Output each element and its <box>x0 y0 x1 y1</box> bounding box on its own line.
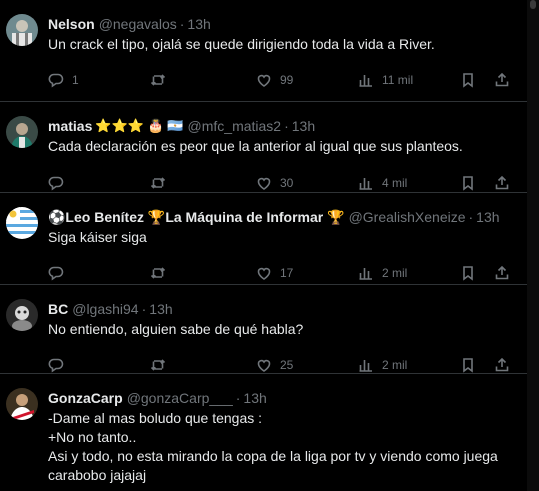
bookmark-icon <box>463 358 473 373</box>
views-icon <box>359 268 372 280</box>
retweet-icon <box>150 359 166 371</box>
avatar[interactable] <box>6 299 38 331</box>
author-name[interactable]: GonzaCarp <box>48 389 123 407</box>
reply-feed: Nelson @negavalos · 13h Un crack el tipo… <box>0 0 527 491</box>
scrollbar-thumb[interactable] <box>530 0 536 9</box>
share-icon <box>495 265 509 280</box>
timestamp[interactable]: 13h <box>476 208 499 226</box>
tweet[interactable]: ⚽Leo Benítez 🏆La Máquina de Informar 🏆 @… <box>0 193 527 285</box>
author-handle[interactable]: @lgashi94 <box>72 300 138 318</box>
tweet-text: No entiendo, alguien sabe de qué habla? <box>48 321 304 337</box>
views-count: 2 mil <box>382 358 408 372</box>
like-count: 25 <box>280 358 294 372</box>
reply-count: 1 <box>72 73 79 87</box>
retweet-icon <box>150 267 166 279</box>
avatar[interactable] <box>6 14 38 46</box>
share-icon <box>495 357 509 372</box>
views-icon <box>359 75 372 87</box>
tweet[interactable]: Nelson @negavalos · 13h Un crack el tipo… <box>0 0 527 102</box>
bookmark-button[interactable] <box>460 62 476 98</box>
bookmark-icon <box>463 266 473 281</box>
views-button[interactable]: 11 mil <box>358 62 413 98</box>
heart-icon <box>257 74 271 87</box>
bookmark-icon <box>463 73 473 88</box>
share-icon <box>495 175 509 190</box>
scrollbar[interactable] <box>527 0 539 491</box>
tweet-text: -Dame al mas boludo que tengas : +No no … <box>48 410 498 483</box>
tweet[interactable]: GonzaCarp @gonzaCarp___ · 13h -Dame al m… <box>0 374 527 491</box>
heart-icon <box>257 359 271 372</box>
retweet-icon <box>150 74 166 86</box>
author-name[interactable]: ⚽Leo Benítez 🏆La Máquina de Informar 🏆 <box>48 208 345 226</box>
avatar[interactable] <box>6 388 38 420</box>
tweet-text: Cada declaración es peor que la anterior… <box>48 138 463 154</box>
author-name[interactable]: matias <box>48 117 92 135</box>
profile-badges: ⭐⭐⭐ 🎂 🇦🇷 <box>95 118 184 133</box>
retweet-icon <box>150 177 166 189</box>
author-handle[interactable]: @mfc_matias2 <box>188 117 282 135</box>
views-count: 11 mil <box>382 73 414 87</box>
reply-icon <box>48 73 64 88</box>
like-count: 17 <box>280 266 294 280</box>
author-name[interactable]: BC <box>48 300 68 318</box>
tweet[interactable]: BC @lgashi94 · 13h No entiendo, alguien … <box>0 285 527 374</box>
heart-icon <box>257 267 271 280</box>
author-handle[interactable]: @negavalos <box>99 15 177 33</box>
tweet-text: Un crack el tipo, ojalá se quede dirigie… <box>48 36 435 52</box>
tweet[interactable]: matias ⭐⭐⭐ 🎂 🇦🇷 @mfc_matias2 · 13h Cada … <box>0 102 527 193</box>
views-count: 4 mil <box>382 176 408 190</box>
like-count: 30 <box>280 176 294 190</box>
author-name[interactable]: Nelson <box>48 15 95 33</box>
views-count: 2 mil <box>382 266 408 280</box>
views-icon <box>359 360 372 372</box>
tweet-text: Siga káiser siga <box>48 229 147 245</box>
reply-icon <box>48 266 64 281</box>
views-icon <box>359 178 372 190</box>
avatar[interactable] <box>6 116 38 148</box>
like-button[interactable]: 99 <box>256 62 293 98</box>
author-handle[interactable]: @GrealishXeneize <box>349 208 466 226</box>
heart-icon <box>257 177 271 190</box>
share-icon <box>495 72 509 87</box>
reply-icon <box>48 176 64 191</box>
retweet-button[interactable] <box>150 62 174 98</box>
timestamp[interactable]: 13h <box>187 15 210 33</box>
reply-button[interactable]: 1 <box>48 62 79 98</box>
author-handle[interactable]: @gonzaCarp___ <box>127 389 233 407</box>
action-bar: 1 99 11 mil <box>48 62 519 98</box>
timestamp[interactable]: 13h <box>149 300 172 318</box>
like-count: 99 <box>280 73 294 87</box>
timestamp[interactable]: 13h <box>243 389 266 407</box>
reply-icon <box>48 358 64 373</box>
share-button[interactable] <box>494 62 510 98</box>
avatar[interactable] <box>6 207 38 239</box>
timestamp[interactable]: 13h <box>292 117 315 135</box>
bookmark-icon <box>463 176 473 191</box>
